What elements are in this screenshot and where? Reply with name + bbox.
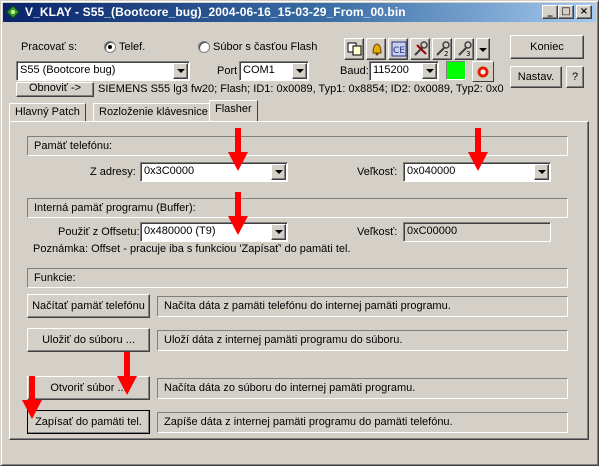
close-button[interactable]: × <box>576 5 592 19</box>
functions-group: Funkcie: <box>27 268 568 288</box>
size-label: Veľkosť: <box>357 166 398 178</box>
read-phone-memory-button[interactable]: Načítať pamäť telefónu <box>27 294 150 318</box>
annotation-arrow-offset <box>228 192 248 235</box>
phone-model-select[interactable]: S55 (Bootcore bug) <box>16 61 190 81</box>
annotation-arrow-write-memory <box>22 376 42 419</box>
chevron-down-icon[interactable] <box>173 63 188 79</box>
buffer-group: Interná pamäť programu (Buffer): <box>27 198 568 218</box>
tools-1-icon <box>414 41 428 56</box>
tools-3-button[interactable]: 3 <box>454 38 474 60</box>
tools-2-button[interactable]: 2 <box>432 38 452 60</box>
chevron-down-icon[interactable] <box>422 63 437 79</box>
chevron-down-icon[interactable] <box>271 164 286 180</box>
port-select[interactable]: COM1 <box>239 61 309 81</box>
buffer-size-value: 0xC00000 <box>407 225 458 237</box>
chevron-down-icon <box>479 48 487 52</box>
tools-2-icon: 2 <box>436 41 450 57</box>
app-icon <box>6 5 20 19</box>
from-address-label: Z adresy: <box>90 166 136 178</box>
copy-icon <box>347 42 362 56</box>
from-address-select[interactable]: 0x3C0000 <box>140 162 288 182</box>
buffer-size-label: Veľkosť: <box>357 226 398 238</box>
offset-label: Použiť z Offsetu: <box>58 226 140 238</box>
from-address-value: 0x3C0000 <box>144 165 195 177</box>
svg-text:3: 3 <box>466 50 470 57</box>
ce-icon: CE <box>391 41 407 57</box>
port-value: COM1 <box>243 64 275 76</box>
mode-label: Pracovať s: <box>21 41 78 53</box>
tab-keyboard-layout[interactable]: Rozloženie klávesnice <box>93 103 214 121</box>
tab-flasher[interactable]: Flasher <box>209 100 258 121</box>
annotation-arrow-open-file <box>117 352 137 395</box>
radio-phone-label[interactable]: Telef. <box>119 41 145 53</box>
buffer-size-field: 0xC00000 <box>403 222 551 242</box>
tools-1-button[interactable] <box>410 38 430 60</box>
port-label: Port <box>217 65 238 77</box>
settings-button[interactable]: Nastav. <box>510 66 562 88</box>
copy-button[interactable] <box>344 38 364 60</box>
baud-label: Baud: <box>340 65 369 77</box>
title-bar[interactable]: V_KLAY - S55_(Bootcore_bug)_2004-06-16_1… <box>3 3 596 22</box>
annotation-arrow-from-address <box>228 128 248 171</box>
radio-phone[interactable] <box>104 41 116 53</box>
read-phone-memory-desc: Načíta dáta z pamäti telefónu do interne… <box>157 296 568 317</box>
device-info: SIEMENS S55 lg3 fw20; Flash; ID1: 0x0089… <box>98 83 504 95</box>
chevron-down-icon[interactable] <box>534 164 549 180</box>
write-phone-memory-button[interactable]: Zapísať do pamäti tel. <box>27 410 150 434</box>
toolbar-dropdown-button[interactable] <box>476 38 490 60</box>
bell-button[interactable] <box>366 38 386 60</box>
chevron-down-icon[interactable] <box>271 224 286 240</box>
ce-button[interactable]: CE <box>388 38 408 60</box>
maximize-button[interactable]: □ <box>558 5 574 19</box>
connection-status-indicator <box>446 61 466 80</box>
tab-main-patch[interactable]: Hlavný Patch <box>9 103 86 121</box>
tools-3-icon: 3 <box>458 41 472 57</box>
bell-icon <box>372 43 382 56</box>
refresh-button[interactable]: Obnoviť -> <box>16 82 94 97</box>
minimize-button[interactable]: _ <box>542 5 558 19</box>
svg-text:CE: CE <box>393 46 405 56</box>
help-button[interactable]: ? <box>566 66 584 88</box>
svg-text:2: 2 <box>444 50 448 57</box>
radio-file[interactable] <box>198 41 210 53</box>
offset-note: Poznámka: Offset - pracuje iba s funkcio… <box>33 243 351 255</box>
radio-file-label[interactable]: Súbor s časťou Flash <box>213 41 317 53</box>
window-title: V_KLAY - S55_(Bootcore_bug)_2004-06-16_1… <box>25 5 406 19</box>
open-file-desc: Načíta dáta zo súboru do internej pamäti… <box>157 378 568 399</box>
chevron-down-icon[interactable] <box>292 63 307 79</box>
baud-value: 115200 <box>373 64 409 76</box>
size-value: 0x040000 <box>407 165 456 177</box>
gear-icon <box>477 66 489 78</box>
save-to-file-button[interactable]: Uložiť do súboru ... <box>27 328 150 352</box>
baud-select[interactable]: 115200 <box>369 61 439 81</box>
write-phone-memory-desc: Zapíše dáta z internej pamäti programu d… <box>157 412 568 433</box>
save-to-file-desc: Uloží dáta z internej pamäti programu do… <box>157 330 568 351</box>
offset-value: 0x480000 (T9) <box>144 225 216 237</box>
phone-model-value: S55 (Bootcore bug) <box>20 64 116 76</box>
offset-select[interactable]: 0x480000 (T9) <box>140 222 288 242</box>
end-button[interactable]: Koniec <box>510 35 584 59</box>
annotation-arrow-size <box>468 128 488 171</box>
settings-gear-button[interactable] <box>472 61 494 82</box>
